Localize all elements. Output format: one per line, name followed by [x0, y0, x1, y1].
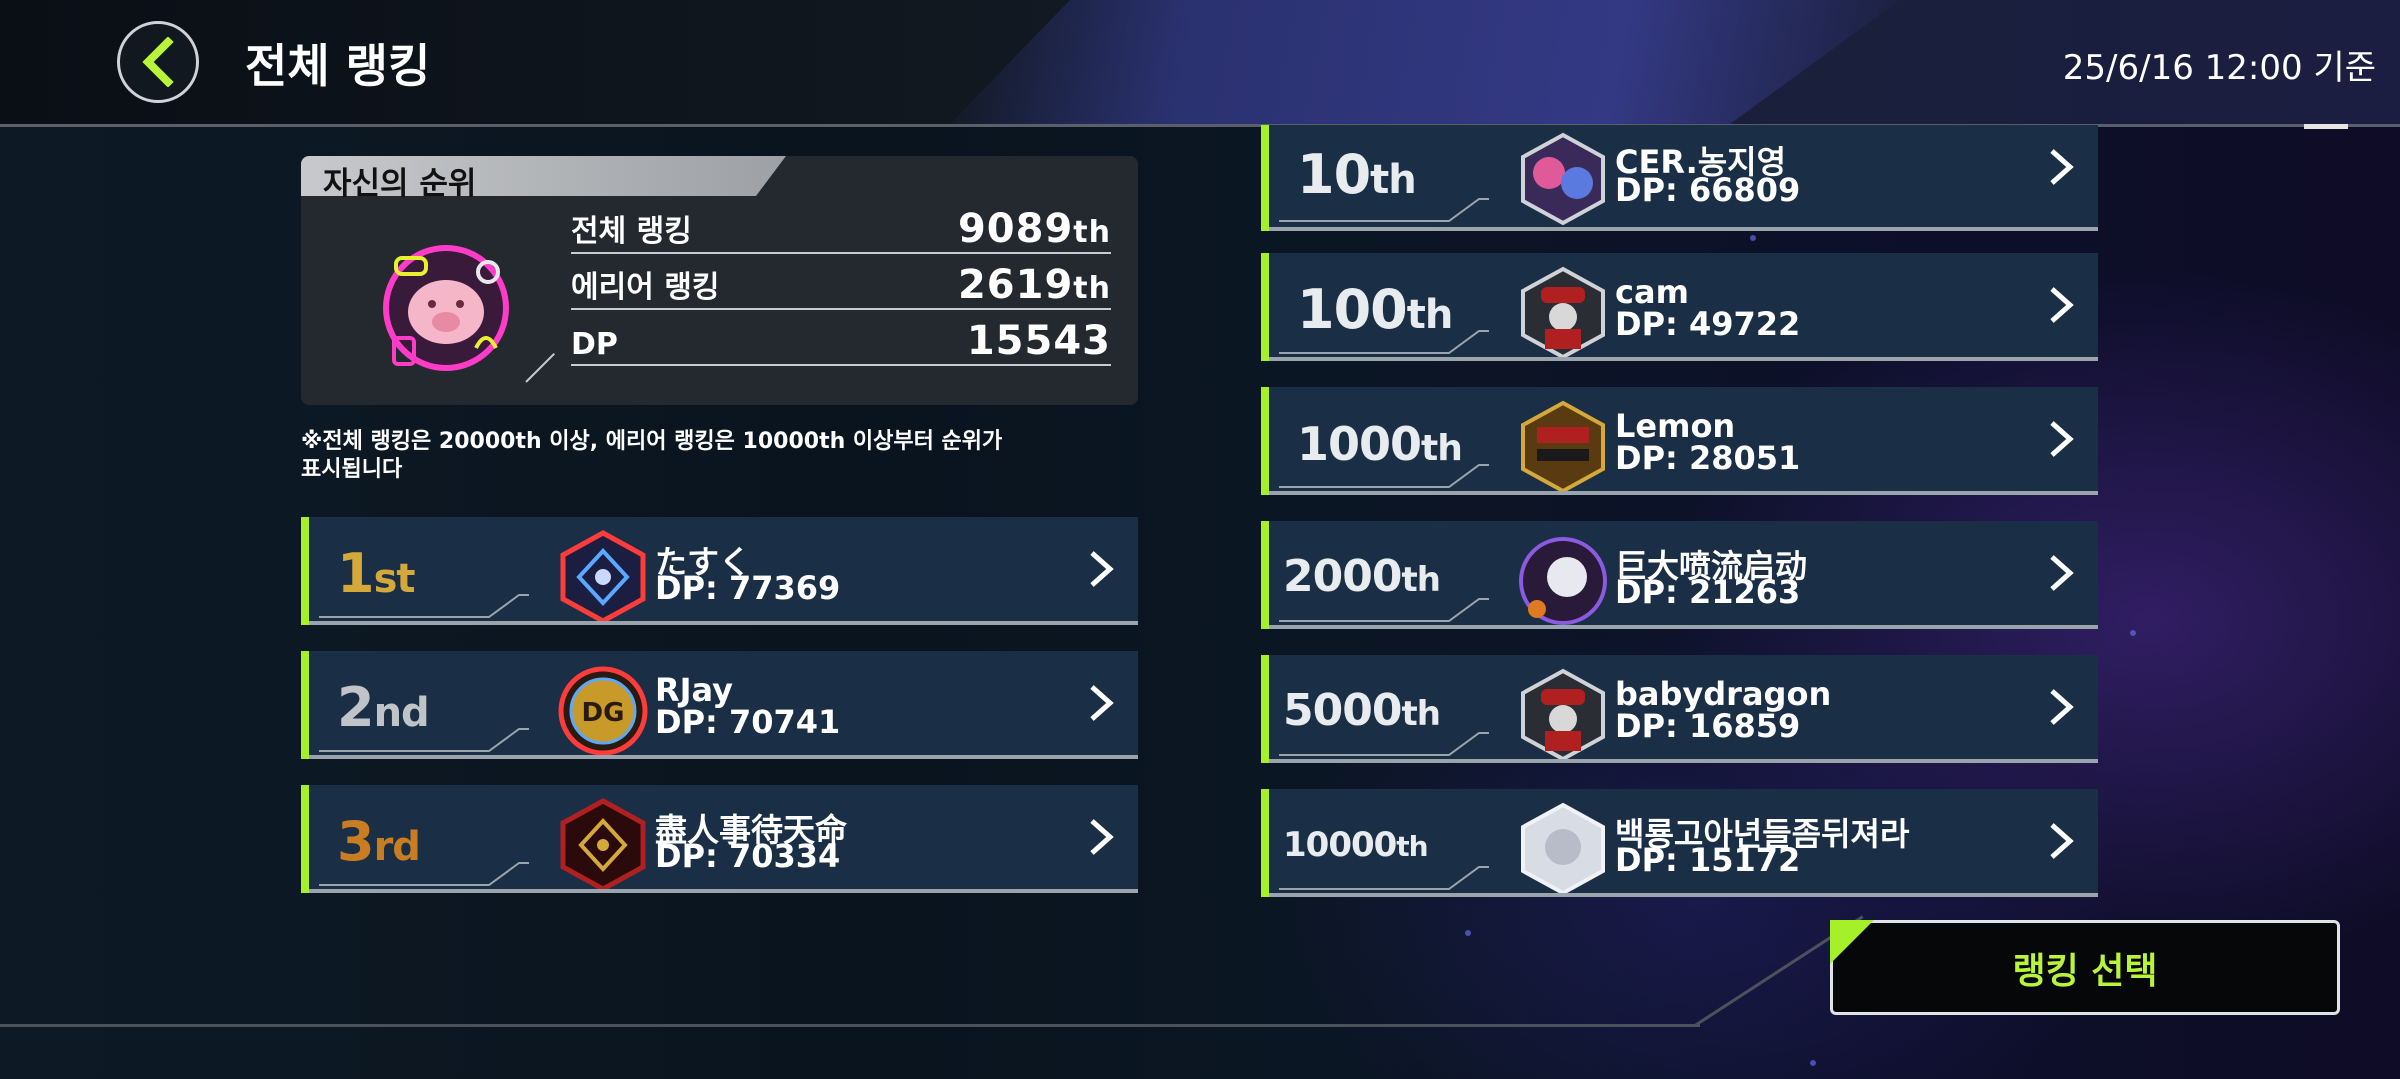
player-avatar-icon — [1521, 132, 1605, 226]
chevron-right-icon — [2050, 149, 2074, 185]
player-avatar-icon — [560, 798, 646, 892]
ranking-select-label: 랭킹 선택 — [2012, 950, 2158, 992]
own-area-rank-value: 2619th — [957, 262, 1111, 308]
player-avatar-icon — [560, 530, 646, 624]
sparkle-decor — [2130, 630, 2136, 636]
own-area-rank-label: 에리어 랭킹 — [571, 270, 720, 305]
sparkle-decor — [1465, 930, 1471, 936]
player-avatar-icon — [1519, 537, 1607, 625]
player-dp: DP: 70334 — [655, 837, 841, 875]
own-total-rank-row: 전체 랭킹 9089th — [571, 204, 1111, 254]
player-avatar-icon — [383, 245, 509, 371]
player-dp: DP: 77369 — [655, 569, 841, 607]
player-dp: DP: 70741 — [655, 703, 841, 741]
player-avatar-icon — [1521, 400, 1605, 494]
own-area-rank-row: 에리어 랭킹 2619th — [571, 260, 1111, 310]
chevron-right-icon — [1090, 819, 1114, 855]
button-corner-accent — [1830, 920, 1874, 964]
rank-row-1st[interactable]: 1st たすく DP: 77369 — [301, 517, 1138, 625]
chevron-right-icon — [2050, 689, 2074, 725]
own-dp-value: 15543 — [966, 318, 1111, 364]
rank-underline-decor — [1279, 464, 1489, 488]
chevron-left-icon — [142, 37, 174, 87]
rank-row-10th[interactable]: 10th CER.농지영 DP: 66809 — [1261, 125, 2098, 231]
player-avatar-icon — [1521, 266, 1605, 360]
chevron-right-icon — [2050, 823, 2074, 859]
rank-row-100th[interactable]: 100th cam DP: 49722 — [1261, 253, 2098, 361]
chevron-right-icon — [1090, 551, 1114, 587]
chevron-right-icon — [2050, 555, 2074, 591]
rank-underline-decor — [319, 728, 529, 752]
player-dp: DP: 21263 — [1615, 573, 1801, 611]
ranking-notice: ※전체 랭킹은 20000th 이상, 에리어 랭킹은 10000th 이상부터… — [301, 428, 1101, 484]
rank-number: 10000th — [1283, 825, 1429, 865]
rank-underline-decor — [1279, 866, 1489, 890]
header-decor-stripe — [950, 0, 1900, 124]
rank-row-2nd[interactable]: 2nd DG RJay DP: 70741 — [301, 651, 1138, 759]
page-title: 전체 랭킹 — [245, 39, 431, 93]
rank-underline-decor — [319, 594, 529, 618]
sparkle-decor — [1750, 235, 1756, 241]
rank-underline-decor — [1279, 732, 1489, 756]
player-dp: DP: 28051 — [1615, 439, 1801, 477]
rank-row-1000th[interactable]: 1000th Lemon DP: 28051 — [1261, 387, 2098, 495]
rank-underline-decor — [1279, 330, 1489, 354]
chevron-right-icon — [1090, 685, 1114, 721]
own-dp-label: DP — [571, 327, 618, 362]
rank-row-3rd[interactable]: 3rd 盡人事待天命 DP: 70334 — [301, 785, 1138, 893]
rank-row-5000th[interactable]: 5000th babydragon DP: 16859 — [1261, 655, 2098, 763]
own-rank-title: 자신의 순위 — [323, 166, 477, 202]
rank-underline-decor — [1279, 598, 1489, 622]
ranking-select-button[interactable]: 랭킹 선택 — [1830, 920, 2340, 1015]
notice-line-2: 표시됩니다 — [301, 457, 403, 482]
rank-underline-decor — [319, 862, 529, 886]
own-total-rank-label: 전체 랭킹 — [571, 214, 692, 249]
own-dp-row: DP 15543 — [571, 316, 1111, 366]
player-avatar-icon — [1521, 668, 1605, 762]
chevron-right-icon — [2050, 287, 2074, 323]
ranking-timestamp: 25/6/16 12:00 기준 — [2062, 48, 2376, 88]
own-dp-divider — [525, 353, 555, 383]
chevron-right-icon — [2050, 421, 2074, 457]
rank-row-10000th[interactable]: 10000th 백룡고아년들좀뒤져라 DP: 15172 — [1261, 789, 2098, 897]
header-dash — [2304, 124, 2348, 129]
player-avatar-icon: DG — [558, 666, 648, 756]
rank-row-2000th[interactable]: 2000th 巨大喷流启动 DP: 21263 — [1261, 521, 2098, 629]
player-dp: DP: 16859 — [1615, 707, 1801, 745]
sparkle-decor — [1810, 1060, 1816, 1066]
player-avatar-icon — [1521, 802, 1605, 896]
rank-underline-decor — [1279, 198, 1489, 222]
bottom-divider — [0, 1024, 1700, 1027]
player-dp: DP: 66809 — [1615, 171, 1801, 209]
own-total-rank-value: 9089th — [957, 206, 1111, 252]
own-rank-card: 자신의 순위 전체 랭킹 9089th 에리어 랭킹 2619th DP 155… — [301, 156, 1138, 405]
svg-text:DG: DG — [582, 698, 625, 728]
player-dp: DP: 15172 — [1615, 841, 1801, 879]
player-dp: DP: 49722 — [1615, 305, 1801, 343]
back-button[interactable] — [117, 21, 199, 103]
notice-line-1: ※전체 랭킹은 20000th 이상, 에리어 랭킹은 10000th 이상부터… — [301, 429, 1003, 454]
